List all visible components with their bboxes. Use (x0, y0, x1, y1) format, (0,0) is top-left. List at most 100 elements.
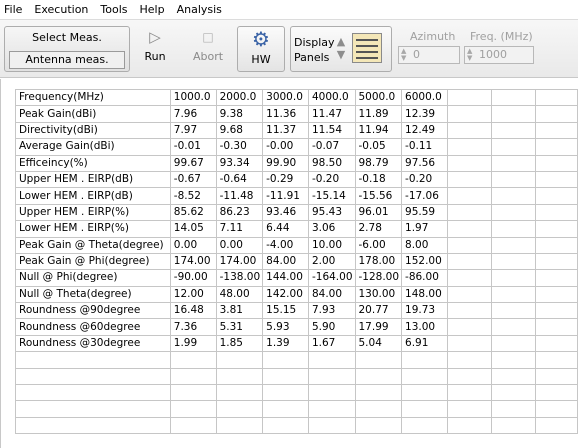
empty-cell[interactable] (534, 351, 578, 369)
menu-tools[interactable]: Tools (94, 0, 133, 20)
value-cell[interactable] (354, 367, 403, 386)
row-label-cell[interactable]: Frequency(MHz) (15, 88, 171, 107)
row-label-cell[interactable]: Peak Gain @ Theta(degree) (15, 236, 171, 254)
empty-cell[interactable] (446, 138, 492, 156)
value-cell[interactable]: -86.00 (401, 269, 448, 287)
value-cell[interactable]: 1.85 (215, 334, 264, 353)
value-cell[interactable] (215, 351, 264, 369)
empty-cell[interactable] (490, 318, 536, 336)
value-cell[interactable]: 85.62 (169, 203, 217, 222)
empty-cell[interactable] (534, 236, 578, 254)
value-cell[interactable] (307, 416, 356, 435)
value-cell[interactable]: -0.07 (307, 138, 356, 156)
value-cell[interactable]: 19.73 (401, 302, 448, 320)
empty-cell[interactable] (490, 400, 536, 418)
value-cell[interactable]: 9.68 (215, 121, 264, 140)
row-label-cell[interactable] (15, 416, 171, 435)
value-cell[interactable]: 5.90 (307, 318, 356, 336)
empty-cell[interactable] (446, 203, 492, 222)
value-cell[interactable] (215, 400, 264, 418)
value-cell[interactable]: 142.00 (262, 285, 309, 304)
row-label-cell[interactable]: Directivity(dBi) (15, 121, 171, 140)
value-cell[interactable] (262, 367, 309, 386)
value-cell[interactable]: 98.79 (354, 154, 403, 172)
value-cell[interactable]: -0.67 (169, 170, 217, 189)
empty-cell[interactable] (490, 187, 536, 205)
value-cell[interactable]: -6.00 (354, 236, 403, 254)
value-cell[interactable] (354, 384, 403, 402)
value-cell[interactable]: 1.97 (401, 220, 448, 238)
value-cell[interactable]: 7.97 (169, 121, 217, 140)
row-label-cell[interactable]: Null @ Theta(degree) (15, 285, 171, 304)
value-cell[interactable] (262, 351, 309, 369)
row-label-cell[interactable] (15, 351, 171, 369)
empty-cell[interactable] (490, 416, 536, 435)
value-cell[interactable]: -0.30 (215, 138, 264, 156)
empty-cell[interactable] (534, 334, 578, 353)
empty-cell[interactable] (446, 318, 492, 336)
value-cell[interactable] (401, 384, 448, 402)
value-cell[interactable]: 144.00 (262, 269, 309, 287)
empty-cell[interactable] (534, 220, 578, 238)
value-cell[interactable]: 11.36 (262, 105, 309, 123)
empty-cell[interactable] (446, 285, 492, 304)
empty-cell[interactable] (490, 367, 536, 386)
value-cell[interactable]: 17.99 (354, 318, 403, 336)
value-cell[interactable]: 5.31 (215, 318, 264, 336)
value-cell[interactable] (262, 400, 309, 418)
value-cell[interactable]: -90.00 (169, 269, 217, 287)
value-cell[interactable]: 7.36 (169, 318, 217, 336)
value-cell[interactable]: 97.56 (401, 154, 448, 172)
row-label-cell[interactable]: Lower HEM . EIRP(%) (15, 220, 171, 238)
value-cell[interactable] (169, 416, 217, 435)
value-cell[interactable]: 174.00 (215, 252, 264, 271)
value-cell[interactable]: 5.04 (354, 334, 403, 353)
value-cell[interactable]: -17.06 (401, 187, 448, 205)
empty-cell[interactable] (490, 384, 536, 402)
value-cell[interactable]: 0.00 (215, 236, 264, 254)
value-cell[interactable] (307, 400, 356, 418)
value-cell[interactable]: 174.00 (169, 252, 217, 271)
value-cell[interactable]: 11.54 (307, 121, 356, 140)
value-cell[interactable]: -0.18 (354, 170, 403, 189)
empty-cell[interactable] (490, 302, 536, 320)
spinner-arrows-icon[interactable]: ▲ ▼ (467, 48, 472, 62)
value-cell[interactable] (401, 400, 448, 418)
row-label-cell[interactable]: Lower HEM . EIRP(dB) (15, 187, 171, 205)
value-cell[interactable]: 7.11 (215, 220, 264, 238)
value-cell[interactable]: -15.14 (307, 187, 356, 205)
empty-cell[interactable] (534, 88, 578, 107)
empty-cell[interactable] (490, 285, 536, 304)
empty-cell[interactable] (534, 269, 578, 287)
row-label-cell[interactable]: Roundness @90degree (15, 302, 171, 320)
empty-cell[interactable] (534, 105, 578, 123)
value-cell[interactable]: 5000.0 (354, 88, 403, 107)
empty-cell[interactable] (534, 318, 578, 336)
value-cell[interactable]: 48.00 (215, 285, 264, 304)
value-cell[interactable]: -8.52 (169, 187, 217, 205)
value-cell[interactable]: 11.37 (262, 121, 309, 140)
empty-cell[interactable] (490, 252, 536, 271)
empty-cell[interactable] (446, 367, 492, 386)
empty-cell[interactable] (534, 187, 578, 205)
empty-cell[interactable] (446, 236, 492, 254)
value-cell[interactable] (354, 400, 403, 418)
value-cell[interactable]: -138.00 (215, 269, 264, 287)
value-cell[interactable] (169, 367, 217, 386)
empty-cell[interactable] (490, 154, 536, 172)
empty-cell[interactable] (446, 220, 492, 238)
empty-cell[interactable] (490, 269, 536, 287)
value-cell[interactable]: 152.00 (401, 252, 448, 271)
menu-file[interactable]: File (0, 0, 28, 20)
value-cell[interactable] (401, 367, 448, 386)
value-cell[interactable]: 11.47 (307, 105, 356, 123)
display-panels-button[interactable]: Display Panels ▲ ▼ (290, 26, 392, 72)
value-cell[interactable] (215, 367, 264, 386)
value-cell[interactable]: 99.90 (262, 154, 309, 172)
value-cell[interactable]: 3.81 (215, 302, 264, 320)
value-cell[interactable]: -0.01 (169, 138, 217, 156)
empty-cell[interactable] (534, 121, 578, 140)
row-label-cell[interactable]: Roundness @30degree (15, 334, 171, 353)
empty-cell[interactable] (490, 203, 536, 222)
value-cell[interactable]: 130.00 (354, 285, 403, 304)
